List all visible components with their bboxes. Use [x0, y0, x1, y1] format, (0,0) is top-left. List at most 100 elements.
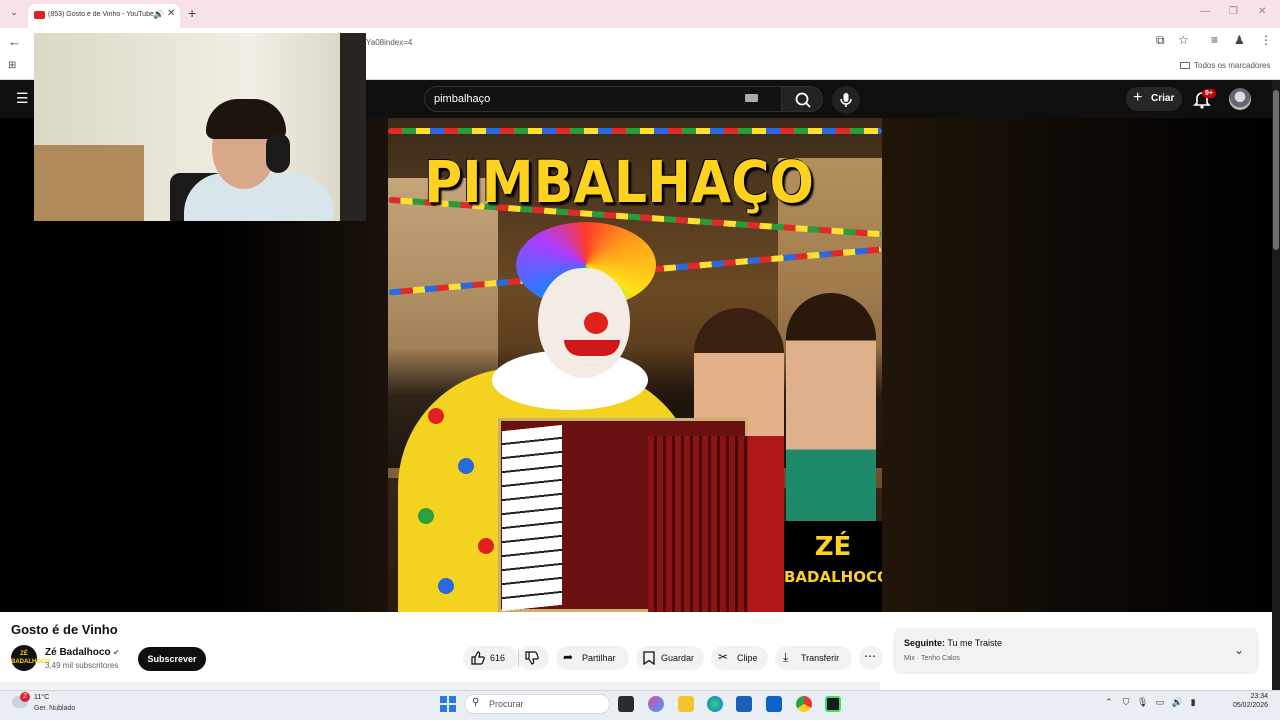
clip-label: Clipe: [737, 653, 758, 663]
create-label: Criar: [1151, 93, 1175, 104]
profile-icon[interactable]: ♟: [1234, 33, 1245, 47]
polka-dot: [438, 578, 454, 594]
description-box[interactable]: [0, 682, 880, 690]
save-button[interactable]: Guardar: [636, 646, 704, 670]
account-avatar[interactable]: [1229, 88, 1251, 110]
voice-search-button[interactable]: [832, 86, 860, 114]
minimize-icon[interactable]: —: [1200, 6, 1210, 17]
microphone-icon: [840, 93, 852, 107]
clip-button[interactable]: ✂ Clipe: [711, 646, 768, 670]
dislike-button[interactable]: [518, 646, 549, 670]
video-frame-artwork: PIMBALHAÇO ZÉ BADALHOCO: [388, 118, 882, 612]
subscribe-button[interactable]: Subscrever: [138, 647, 206, 671]
battery-icon[interactable]: ▮: [1191, 697, 1196, 707]
download-label: Transferir: [801, 653, 840, 663]
file-explorer-icon[interactable]: [678, 696, 694, 712]
like-button[interactable]: 616: [463, 646, 518, 670]
network-icon[interactable]: ▭: [1156, 697, 1165, 707]
windows-start-icon[interactable]: [440, 696, 456, 712]
save-label: Guardar: [661, 653, 695, 663]
search-icon: [795, 92, 811, 108]
ambient-right: [882, 118, 1280, 612]
speaker-icon[interactable]: 🔊: [153, 9, 164, 20]
taskbar-search-input[interactable]: [464, 694, 610, 714]
webcam-overlay: [34, 33, 366, 221]
like-count: 616: [490, 653, 506, 663]
chevron-down-icon[interactable]: ⌄: [1234, 643, 1244, 657]
system-tray[interactable]: ⌃ ⛉ 🎙 ▭ 🔊 ▮: [1105, 697, 1196, 708]
artwork-headline: PIMBALHAÇO: [424, 148, 814, 216]
url-text[interactable]: Ya08index=4: [366, 38, 412, 47]
clown-nose: [584, 312, 608, 334]
back-arrow-icon[interactable]: ←: [8, 34, 21, 49]
artist-logo-line2: BADALHOCO: [784, 568, 882, 586]
chrome-icon[interactable]: [796, 696, 812, 712]
tab-title: (853) Gosto é de Vinho - YouTube: [48, 11, 154, 18]
artist-logo-line1: ZÉ: [814, 532, 852, 562]
volume-icon[interactable]: 🔊: [1172, 697, 1183, 707]
search-button[interactable]: [781, 86, 823, 112]
close-tab-icon[interactable]: ✕: [167, 8, 175, 19]
edge-icon[interactable]: [707, 696, 723, 712]
up-next-label: Seguinte: Tu me Traiste: [904, 638, 1002, 648]
share-label: Partilhar: [582, 653, 616, 663]
more-dots-icon: ⋯: [864, 649, 876, 663]
up-next-subtitle: Mix · Tenho Calos: [904, 655, 960, 662]
folder-icon: [1180, 62, 1190, 69]
share-arrow-icon: ➦: [563, 650, 574, 664]
webcam-picture-frame: [34, 145, 144, 221]
clown-mouth: [564, 340, 620, 356]
windows-taskbar: [0, 690, 1280, 720]
apps-grid-icon[interactable]: ⊞: [8, 60, 16, 71]
browser-menu-icon[interactable]: ⋮: [1260, 33, 1272, 47]
webcam-door: [340, 33, 366, 221]
channel-name[interactable]: Zé Badalhoco: [45, 647, 111, 658]
all-bookmarks-folder[interactable]: Todos os marcadores: [1180, 61, 1270, 70]
up-next-prefix: Seguinte:: [904, 638, 946, 648]
mail-icon[interactable]: [766, 696, 782, 712]
channel-avatar[interactable]: ZÉ BADALHOCO: [11, 645, 50, 671]
polka-dot: [418, 508, 434, 524]
taskbar-search-placeholder: Procurar: [489, 699, 524, 709]
chevron-up-icon[interactable]: ⌃: [1105, 697, 1113, 707]
task-view-icon[interactable]: [618, 696, 634, 712]
polka-dot: [458, 458, 474, 474]
reading-list-icon[interactable]: ≡: [1211, 33, 1218, 47]
plus-icon: +: [1133, 89, 1143, 106]
polka-dot: [478, 538, 494, 554]
taskbar-clock[interactable]: 23:34 05/02/2026: [1228, 693, 1268, 709]
bookmark-star-icon[interactable]: ☆: [1178, 33, 1189, 47]
scissors-icon: ✂: [718, 650, 729, 664]
streaming-app-icon[interactable]: [825, 696, 841, 712]
keyboard-icon[interactable]: [745, 94, 758, 102]
up-next-panel[interactable]: [893, 628, 1259, 674]
create-button[interactable]: + Criar: [1126, 87, 1182, 111]
download-icon: ⤓: [783, 650, 789, 664]
search-icon: ⚲: [472, 697, 480, 708]
verified-icon: ✔: [113, 648, 120, 657]
like-divider: [518, 649, 519, 667]
weather-alert-badge: 2: [20, 692, 30, 702]
weather-description: Ger. Nublado: [34, 705, 76, 712]
share-button[interactable]: ➦ Partilhar: [556, 646, 629, 670]
up-next-artist: Tenho Calos: [921, 655, 960, 662]
accordion-keys: [502, 424, 562, 612]
subscriber-count: 3,49 mil subscritores: [45, 661, 119, 670]
store-icon[interactable]: [736, 696, 752, 712]
install-app-icon[interactable]: ⧉: [1156, 33, 1165, 48]
all-bookmarks-label: Todos os marcadores: [1194, 61, 1271, 70]
browser-tab[interactable]: (853) Gosto é de Vinho - YouTube 🔊 ✕: [28, 4, 180, 28]
security-icon[interactable]: ⛉: [1123, 697, 1130, 707]
maximize-icon[interactable]: ❐: [1229, 6, 1238, 17]
youtube-favicon-icon: [34, 11, 45, 19]
close-window-icon[interactable]: ✕: [1258, 6, 1266, 17]
hamburger-menu-icon[interactable]: ☰: [16, 90, 29, 107]
thumbs-up-icon: [471, 651, 485, 665]
microphone-tray-icon[interactable]: 🎙: [1137, 697, 1148, 707]
download-button[interactable]: ⤓ Transferir: [775, 646, 852, 670]
more-actions-button[interactable]: ⋯: [859, 646, 883, 670]
new-tab-icon[interactable]: +: [188, 5, 196, 21]
scrollbar-thumb[interactable]: [1273, 90, 1279, 250]
tab-list-dropdown-icon[interactable]: ⌄: [6, 7, 22, 21]
copilot-icon[interactable]: [648, 696, 664, 712]
